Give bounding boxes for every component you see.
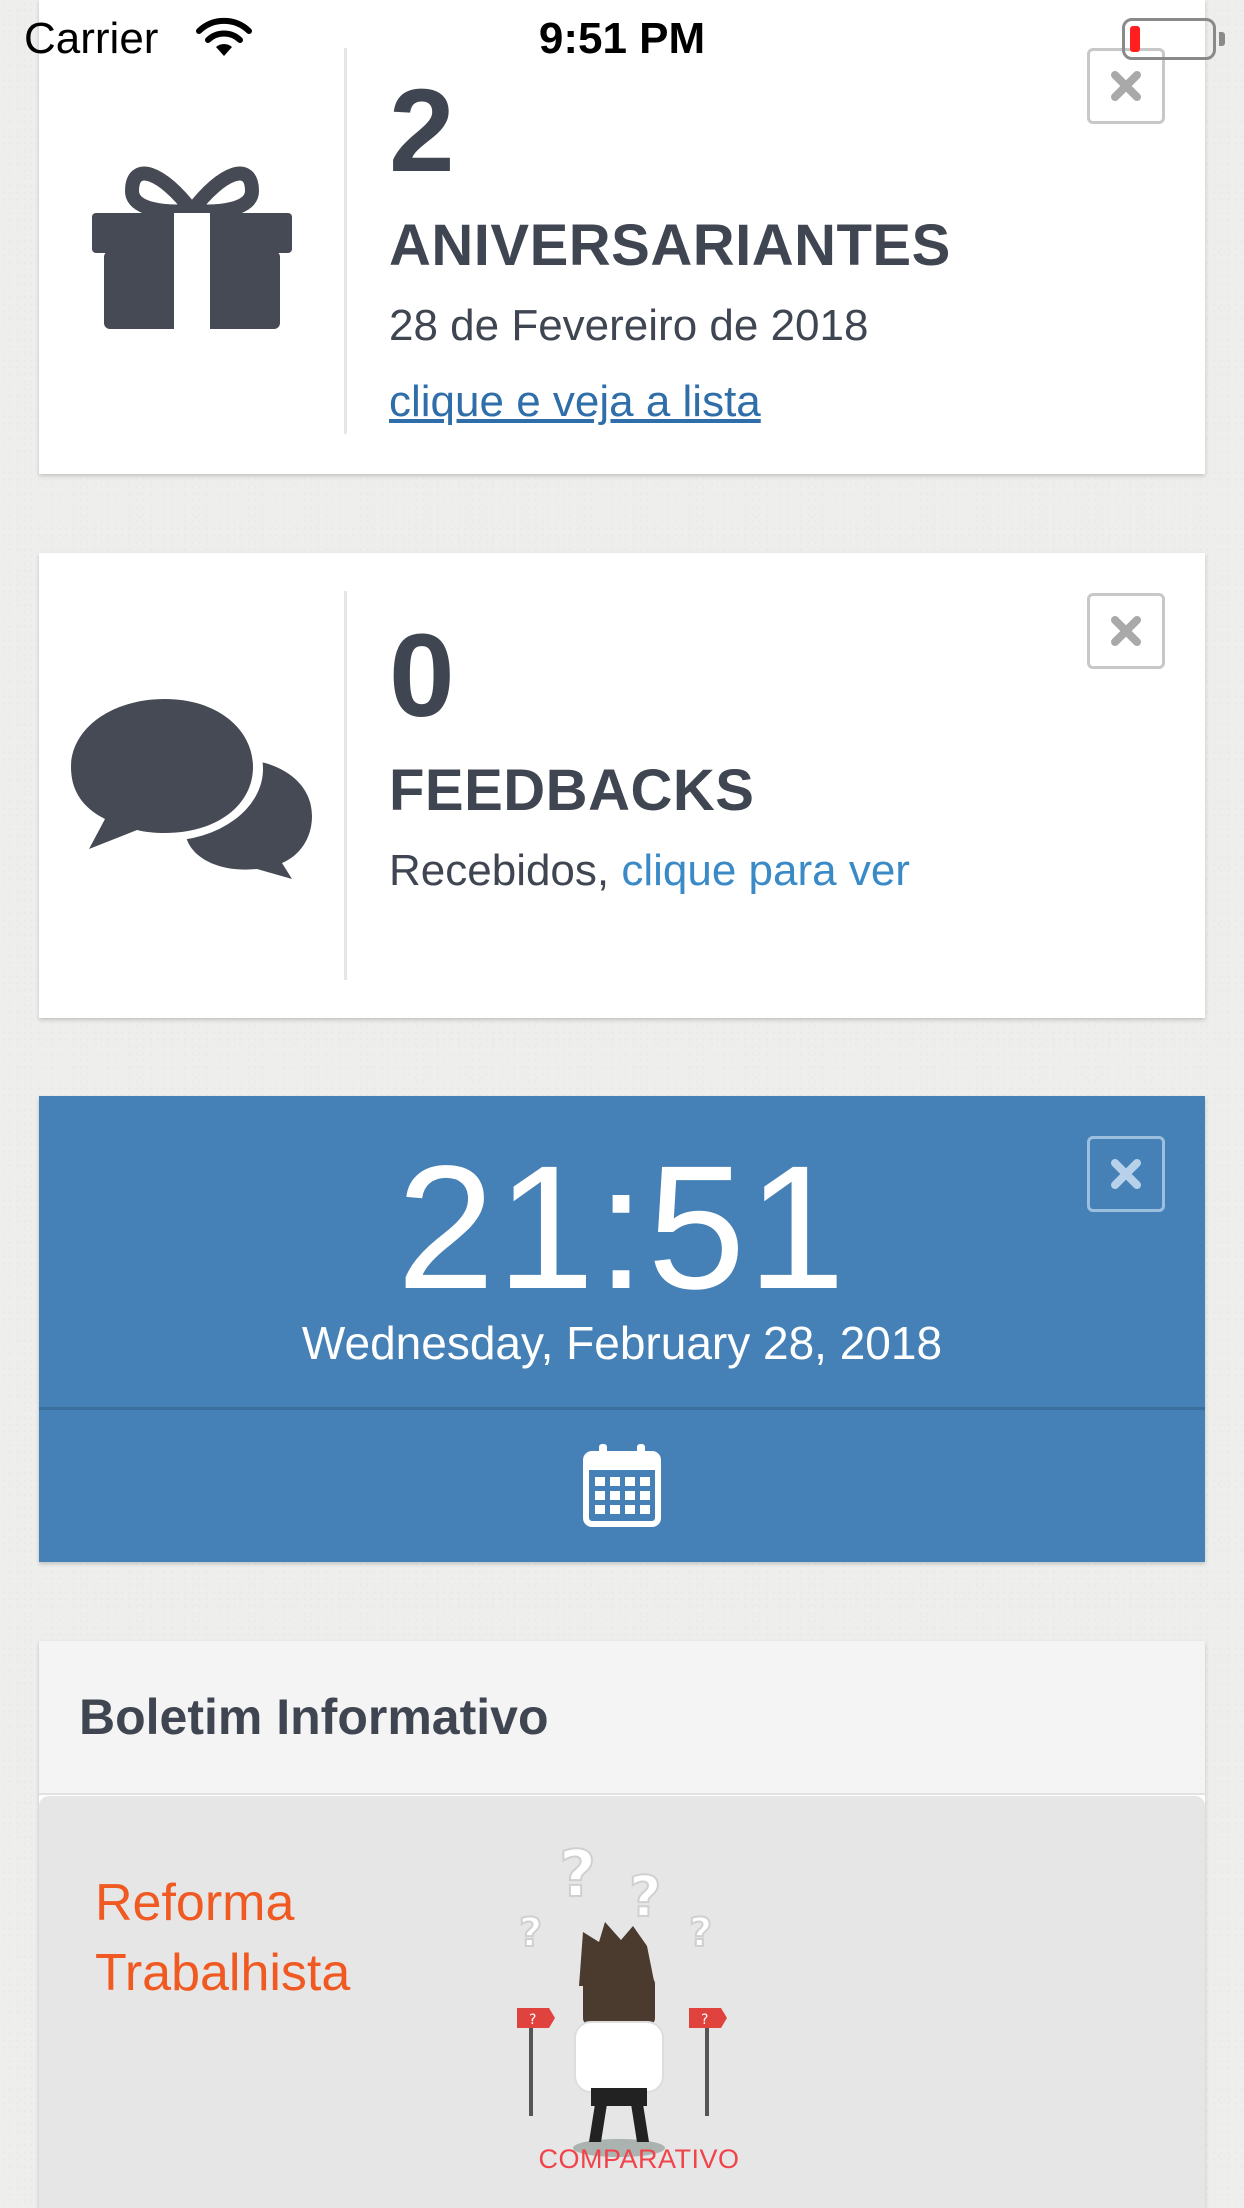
- feedbacks-view-link[interactable]: clique para ver: [621, 846, 910, 895]
- birthdays-title: ANIVERSARIANTES: [389, 213, 951, 278]
- newsletter-header: Boletim Informativo: [39, 1641, 1205, 1795]
- feedbacks-title: FEEDBACKS: [389, 758, 755, 823]
- svg-text:?: ?: [701, 2012, 708, 2028]
- svg-text:?: ?: [629, 1865, 661, 1930]
- confused-man-illustration: ? ? ? ? ? ?: [517, 1837, 727, 2157]
- feedbacks-text: 0 FEEDBACKS Recebidos, clique para ver: [389, 617, 1085, 896]
- calendar-icon: [583, 1444, 661, 1527]
- svg-text:?: ?: [689, 1910, 712, 1956]
- close-feedbacks-button[interactable]: [1087, 593, 1165, 669]
- feedbacks-received-label: Recebidos,: [389, 846, 622, 895]
- feedbacks-subtitle: Recebidos, clique para ver: [389, 846, 1085, 896]
- feedbacks-card: 0 FEEDBACKS Recebidos, clique para ver: [39, 553, 1205, 1018]
- banner-caption: COMPARATIVO: [538, 2144, 740, 2174]
- clock-card: 21:51 Wednesday, February 28, 2018: [39, 1096, 1205, 1562]
- birthdays-text: 2 ANIVERSARIANTES 28 de Fevereiro de 201…: [389, 72, 1085, 427]
- svg-text:?: ?: [529, 2012, 536, 2028]
- svg-text:?: ?: [559, 1838, 596, 1912]
- status-time: 9:51 PM: [538, 14, 706, 63]
- svg-text:?: ?: [519, 1910, 542, 1956]
- banner-headline: Reforma Trabalhista: [95, 1868, 350, 2008]
- status-bar: Carrier 9:51 PM: [0, 0, 1244, 80]
- battery-icon: [1122, 18, 1225, 60]
- newsletter-card: Boletim Informativo Reforma Trabalhista …: [39, 1641, 1205, 2208]
- birthdays-icon-area: [39, 48, 347, 434]
- clock-time: 21:51: [396, 1130, 848, 1326]
- feedbacks-count: 0: [389, 610, 455, 742]
- banner-line-1: Reforma: [95, 1874, 295, 1932]
- newsletter-banner[interactable]: Reforma Trabalhista ? ? ? ? ? ? COMPARAT: [39, 1796, 1205, 2208]
- feedbacks-icon-area: [39, 591, 347, 980]
- birthdays-date: 28 de Fevereiro de 2018: [389, 301, 869, 350]
- gift-icon: [91, 166, 292, 329]
- chat-bubbles-icon: [66, 696, 312, 879]
- banner-line-2: Trabalhista: [95, 1944, 351, 2002]
- birthdays-list-link[interactable]: clique e veja a lista: [389, 377, 761, 426]
- close-clock-button[interactable]: [1087, 1136, 1165, 1212]
- newsletter-title: Boletim Informativo: [79, 1689, 549, 1745]
- birthdays-count: 2: [389, 65, 455, 197]
- battery-level: [1130, 26, 1140, 52]
- calendar-button[interactable]: [39, 1410, 1205, 1562]
- close-icon: [1111, 1159, 1141, 1189]
- clock-date: Wednesday, February 28, 2018: [301, 1317, 943, 1369]
- close-icon: [1111, 616, 1141, 646]
